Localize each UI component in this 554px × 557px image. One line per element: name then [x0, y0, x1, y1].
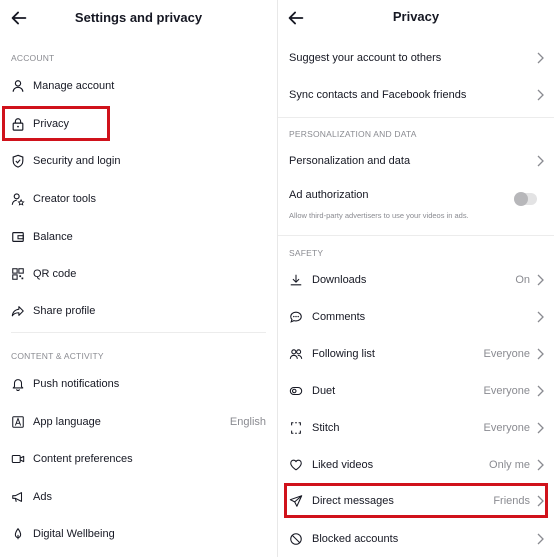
chevron-right-icon	[537, 52, 544, 64]
chevron-right-icon	[537, 459, 544, 471]
chevron-right-icon	[537, 385, 544, 397]
toggle-knob	[514, 192, 528, 206]
privacy-item-stitch[interactable]: Stitch Everyone	[278, 413, 554, 443]
privacy-highlight-box	[2, 106, 110, 141]
settings-item-balance[interactable]: Balance	[0, 222, 277, 252]
privacy-top-bar: Privacy	[278, 0, 554, 38]
privacy-item-label: Sync contacts and Facebook friends	[289, 89, 467, 101]
settings-item-content-preferences[interactable]: Content preferences	[0, 444, 277, 474]
privacy-item-duet[interactable]: Duet Everyone	[278, 376, 554, 406]
privacy-item-value: Everyone	[483, 422, 530, 434]
language-icon	[12, 416, 24, 428]
section-header-content-activity: CONTENT & ACTIVITY	[11, 351, 104, 361]
settings-item-label: Digital Wellbeing	[33, 528, 115, 540]
settings-item-qr-code[interactable]: QR code	[0, 259, 277, 289]
privacy-item-value: Everyone	[483, 348, 530, 360]
settings-item-label: Share profile	[33, 305, 96, 317]
privacy-item-label: Ad authorization	[289, 189, 369, 201]
privacy-item-value: On	[515, 274, 530, 286]
download-icon	[290, 274, 302, 286]
section-divider	[278, 117, 554, 118]
privacy-screen: Privacy Suggest your account to others S…	[277, 0, 554, 557]
settings-item-label: Balance	[33, 231, 73, 243]
settings-item-share-profile[interactable]: Share profile	[0, 296, 277, 326]
settings-item-label: Manage account	[33, 80, 115, 92]
people-icon	[289, 349, 303, 359]
settings-item-value: English	[229, 416, 266, 428]
settings-top-bar: Settings and privacy	[0, 0, 277, 38]
person-star-icon	[11, 193, 25, 206]
person-icon	[12, 80, 24, 92]
privacy-item-ad-authorization: Ad authorization	[278, 183, 554, 207]
settings-item-label: QR code	[33, 268, 77, 280]
privacy-item-sync-contacts[interactable]: Sync contacts and Facebook friends	[278, 80, 554, 110]
chevron-right-icon	[537, 274, 544, 286]
privacy-item-label: Personalization and data	[289, 155, 411, 167]
privacy-item-label: Stitch	[312, 422, 340, 434]
privacy-item-downloads[interactable]: Downloads On	[278, 265, 554, 295]
settings-item-app-language[interactable]: App language English	[0, 407, 277, 437]
privacy-item-following-list[interactable]: Following list Everyone	[278, 339, 554, 369]
ad-authorization-description: Allow third-party advertisers to use you…	[289, 211, 469, 220]
privacy-item-label: Blocked accounts	[312, 533, 399, 545]
block-icon	[290, 533, 302, 545]
privacy-item-label: Duet	[312, 385, 336, 397]
page-title: Privacy	[392, 9, 440, 24]
page-title: Settings and privacy	[74, 10, 203, 25]
settings-item-digital-wellbeing[interactable]: Digital Wellbeing	[0, 519, 277, 549]
share-icon	[11, 306, 24, 317]
settings-item-label: Security and login	[33, 155, 121, 167]
chevron-right-icon	[537, 533, 544, 545]
ad-authorization-toggle[interactable]	[514, 192, 537, 206]
privacy-item-label: Comments	[312, 311, 366, 323]
duet-icon	[289, 386, 303, 396]
section-header-account: ACCOUNT	[11, 53, 55, 63]
chevron-right-icon	[537, 89, 544, 101]
privacy-item-blocked-accounts[interactable]: Blocked accounts	[278, 524, 554, 554]
qr-code-icon	[12, 268, 24, 280]
privacy-item-label: Liked videos	[312, 459, 374, 471]
settings-and-privacy-screen: Settings and privacy ACCOUNT Manage acco…	[0, 0, 277, 557]
settings-item-creator-tools[interactable]: Creator tools	[0, 184, 277, 214]
heart-icon	[290, 459, 302, 471]
chevron-right-icon	[537, 155, 544, 167]
settings-item-ads[interactable]: Ads	[0, 482, 277, 512]
privacy-item-personalization-data[interactable]: Personalization and data	[278, 146, 554, 176]
megaphone-icon	[12, 492, 23, 502]
privacy-item-liked-videos[interactable]: Liked videos Only me	[278, 450, 554, 480]
settings-item-label: Content preferences	[33, 453, 133, 465]
privacy-item-label: Following list	[312, 348, 375, 360]
stitch-icon	[291, 422, 301, 434]
settings-item-security-and-login[interactable]: Security and login	[0, 146, 277, 176]
privacy-item-label: Downloads	[312, 274, 367, 286]
settings-item-push-notifications[interactable]: Push notifications	[0, 369, 277, 399]
shield-check-icon	[12, 154, 24, 168]
chevron-right-icon	[537, 422, 544, 434]
comment-icon	[290, 311, 302, 323]
privacy-item-label: Suggest your account to others	[289, 52, 442, 64]
settings-item-label: Ads	[33, 491, 52, 503]
privacy-item-value: Everyone	[483, 385, 530, 397]
section-divider	[278, 235, 554, 236]
settings-item-label: App language	[33, 416, 101, 428]
settings-item-label: Creator tools	[33, 193, 96, 205]
wallet-icon	[12, 232, 24, 242]
settings-item-manage-account[interactable]: Manage account	[0, 71, 277, 101]
video-icon	[11, 454, 25, 464]
bell-icon	[12, 379, 24, 391]
wellbeing-icon	[14, 527, 22, 540]
chevron-right-icon	[537, 348, 544, 360]
privacy-item-suggest-account[interactable]: Suggest your account to others	[278, 43, 554, 73]
section-header-safety: SAFETY	[289, 248, 324, 258]
settings-item-label: Push notifications	[33, 378, 120, 390]
section-divider	[11, 332, 266, 333]
privacy-item-value: Only me	[489, 459, 530, 471]
privacy-item-comments[interactable]: Comments	[278, 302, 554, 332]
direct-messages-highlight-box	[284, 483, 548, 518]
chevron-right-icon	[537, 311, 544, 323]
section-header-personalization: PERSONALIZATION AND DATA	[289, 129, 417, 139]
